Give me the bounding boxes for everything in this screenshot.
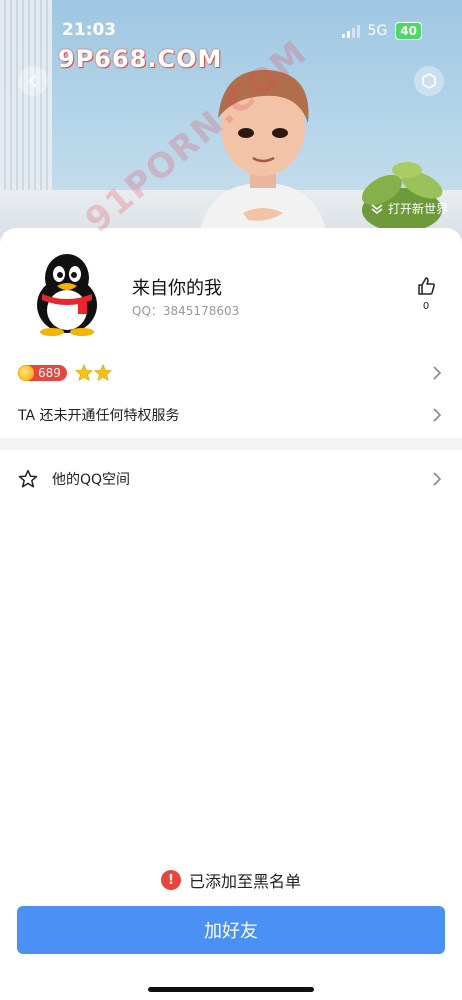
- open-world-link[interactable]: 打开新世界: [370, 200, 448, 217]
- qzone-star-icon: [18, 469, 38, 488]
- blacklist-text: 已添加至黑名单: [188, 872, 301, 891]
- warning-icon: !: [160, 870, 181, 890]
- chevron-right-icon: [433, 408, 442, 422]
- qzone-label: 他的QQ空间: [52, 472, 131, 488]
- profile-name: 来自你的我: [132, 278, 222, 299]
- privilege-row[interactable]: TA 还未开通任何特权服务: [0, 404, 462, 426]
- back-icon: [29, 75, 36, 87]
- chevron-right-icon: [433, 366, 442, 380]
- qq-number: QQ：3845178603: [132, 304, 240, 318]
- like-icon: [418, 277, 435, 295]
- star-icon: [74, 364, 93, 381]
- like-count: 0: [422, 301, 430, 312]
- privilege-label: TA 还未开通任何特权服务: [18, 408, 180, 424]
- section-divider: [0, 438, 462, 450]
- blacklist-notice: ! 已添加至黑名单: [0, 868, 462, 892]
- hexagon-icon: [422, 73, 436, 89]
- level-badge: 689: [18, 365, 67, 381]
- network-label: 5G: [367, 23, 388, 39]
- chevron-down-icon: [371, 203, 383, 214]
- back-button[interactable]: [18, 66, 48, 96]
- status-time: 21:03: [62, 20, 117, 40]
- open-world-label: 打开新世界: [387, 202, 448, 216]
- chevron-right-icon: [433, 472, 442, 486]
- more-button[interactable]: [414, 66, 444, 96]
- add-friend-button[interactable]: 加好友: [17, 906, 445, 954]
- plant-illustration: [362, 162, 443, 232]
- level-row[interactable]: 689: [0, 362, 462, 384]
- home-indicator: [148, 987, 314, 992]
- status-indicators: 5G 40: [341, 22, 422, 40]
- battery-icon: 40: [395, 22, 422, 40]
- profile-card: 来自你的我 QQ：3845178603 0 689 TA 还未开通任何特权服务: [0, 228, 462, 1000]
- signal-icon: [341, 24, 360, 38]
- star-icon: [93, 364, 112, 381]
- level-points: 689: [38, 366, 61, 380]
- like-button[interactable]: 0: [414, 276, 438, 312]
- qq-penguin-avatar[interactable]: [26, 250, 108, 336]
- watermark-top: 9P668.COM: [58, 45, 223, 73]
- qzone-row[interactable]: 他的QQ空间: [0, 468, 462, 490]
- coin-icon: [18, 365, 34, 381]
